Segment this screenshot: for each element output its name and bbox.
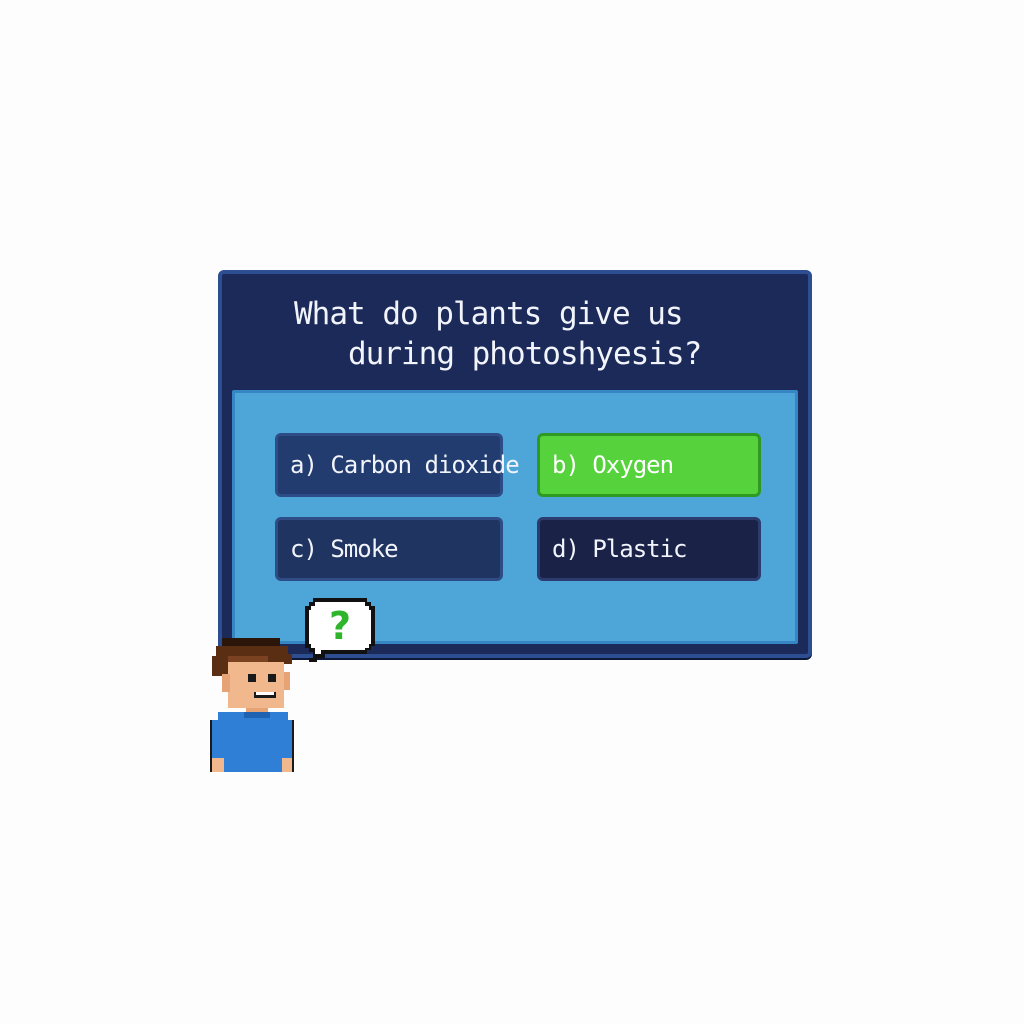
question-text-line-2: during photoshyesis?: [348, 336, 702, 372]
option-a-button[interactable]: a) Carbon dioxide: [275, 433, 520, 497]
question-text-line-1: What do plants give us: [294, 296, 684, 332]
speech-bubble-icon: ?: [303, 596, 377, 662]
option-d-button[interactable]: d) Plastic: [537, 517, 761, 581]
question-mark-icon: ?: [328, 604, 352, 648]
pixel-boy-icon: [208, 632, 300, 772]
option-b-button[interactable]: b) Oxygen: [537, 433, 761, 497]
question-header: What do plants give us during photoshyes…: [222, 274, 808, 388]
option-c-button[interactable]: c) Smoke: [275, 517, 503, 581]
